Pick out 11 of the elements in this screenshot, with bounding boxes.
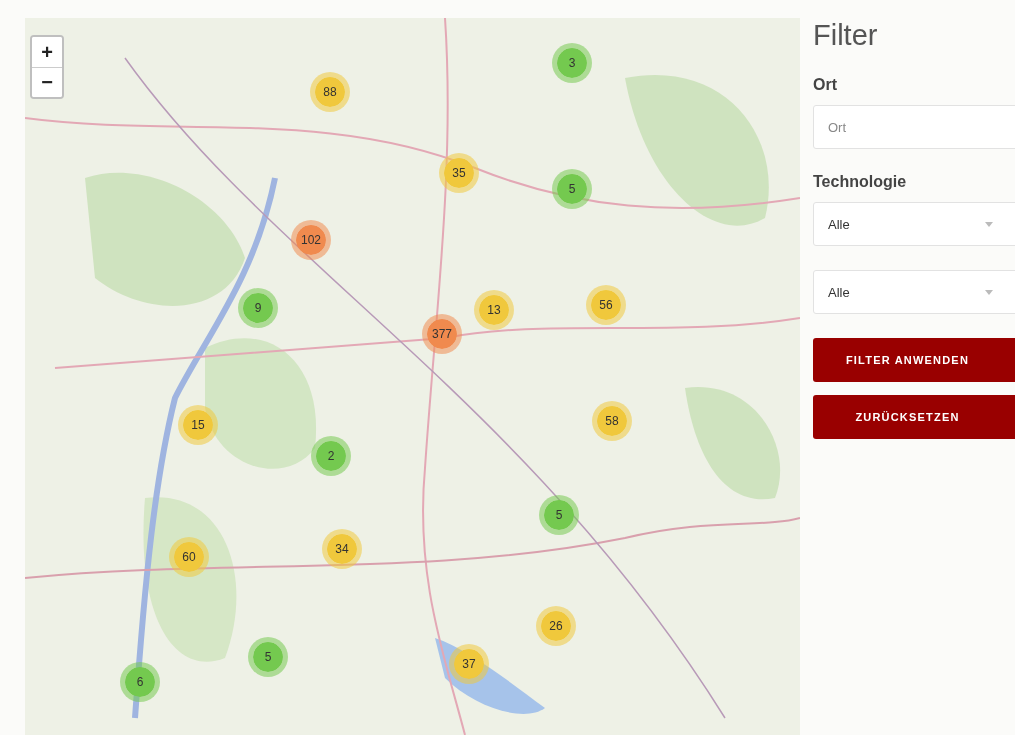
caret-icon xyxy=(985,289,993,295)
input-field[interactable]: Ort xyxy=(813,105,1015,149)
apply-filter-button[interactable]: FILTER ANWENDEN xyxy=(813,338,1015,382)
zoom-out-button[interactable]: − xyxy=(32,67,62,97)
caret-icon xyxy=(985,221,993,227)
dropdown[interactable]: Alle xyxy=(813,202,1015,246)
dropdown[interactable]: Alle xyxy=(813,270,1015,314)
panel-title: Filter xyxy=(813,18,879,52)
reset-button[interactable]: ZURÜCKSETZEN xyxy=(813,395,1015,439)
field-label: Technologie xyxy=(813,173,908,191)
field-label: Ort xyxy=(813,76,838,94)
